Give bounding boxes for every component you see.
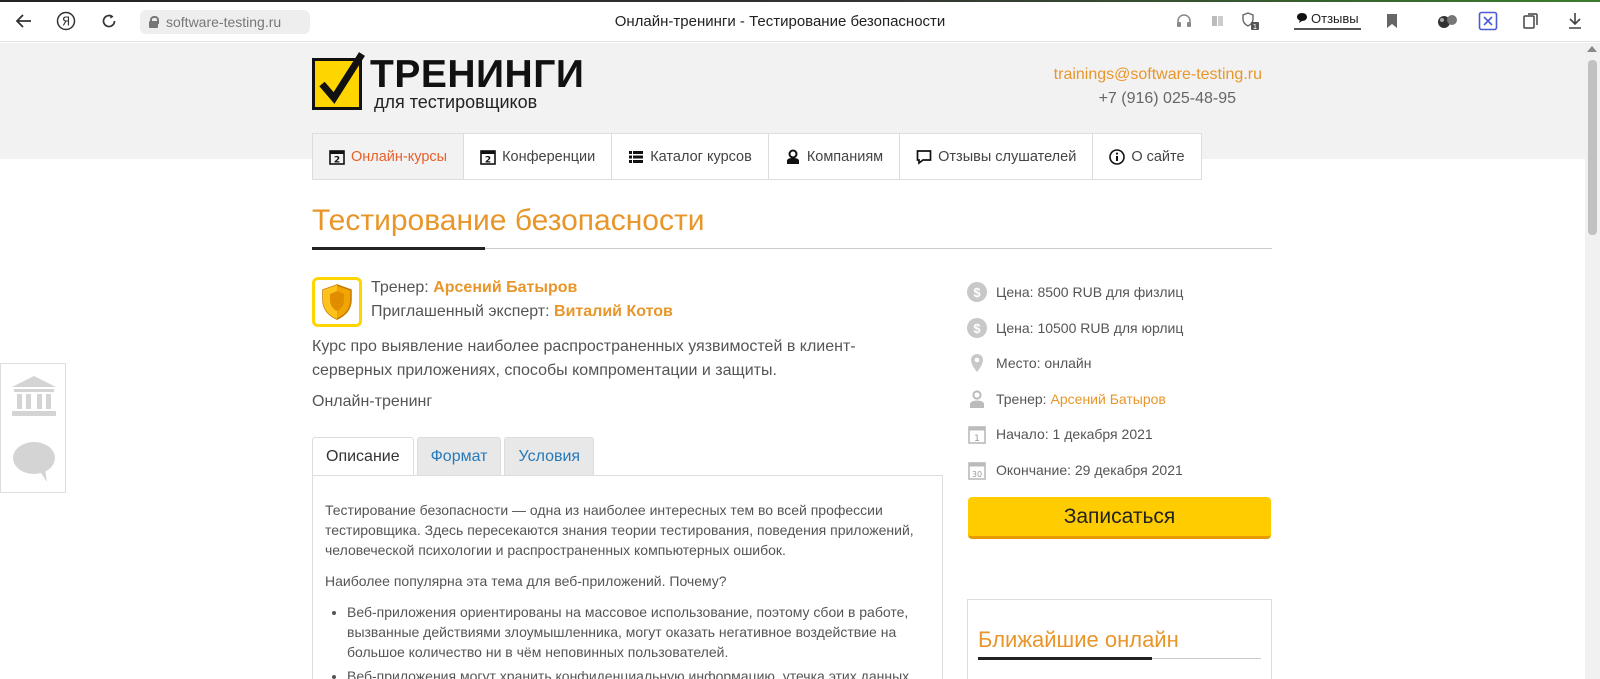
reload-icon[interactable] (97, 9, 121, 33)
info-icon (1109, 148, 1126, 165)
bank-icon[interactable] (10, 374, 58, 423)
nav-label: Онлайн-курсы (351, 148, 448, 165)
scroll-up-arrow-icon[interactable] (1587, 46, 1597, 52)
floating-side-widget (0, 363, 66, 493)
nav-online-courses[interactable]: 2 Онлайн-курсы (313, 134, 465, 179)
description-list: Веб-приложения ориентированы на массовое… (325, 602, 930, 679)
nav-label: Каталог курсов (650, 148, 752, 165)
description-paragraph: Тестирование безопасности — одна из наиб… (325, 502, 914, 558)
tab-format[interactable]: Формат (416, 437, 502, 475)
address-bar[interactable]: software-testing.ru (140, 10, 310, 34)
start-date: 1 Начало: 1 декабря 2021 (967, 423, 1153, 445)
course-description: Курс про выявление наиболее распростране… (312, 338, 856, 379)
contact-email-link[interactable]: trainings@software-testing.ru (1054, 66, 1262, 84)
svg-text:Я: Я (62, 15, 70, 29)
reviews-label: Отзывы (1311, 10, 1359, 26)
window-title: Онлайн-тренинги - Тестирование безопасно… (614, 13, 946, 30)
calendar-icon: 1 (967, 424, 987, 444)
trainer-link[interactable]: Арсений Батыров (433, 279, 577, 296)
back-arrow-icon[interactable] (12, 9, 36, 33)
heading-underline (312, 247, 485, 250)
start-date-text: Начало: 1 декабря 2021 (996, 426, 1153, 442)
logo-checkmark-icon (319, 52, 365, 104)
calendar-icon: 2 (329, 149, 345, 165)
expert-link[interactable]: Виталий Котов (554, 303, 673, 320)
person-icon (967, 389, 987, 409)
place: Место: онлайн (967, 352, 1091, 374)
speech-bubble-icon (1297, 13, 1307, 23)
reviews-button[interactable]: Отзывы (1294, 8, 1361, 30)
logo-title[interactable]: ТРЕНИНГИ (370, 53, 584, 97)
nav-label: О сайте (1131, 148, 1185, 165)
tab-conditions[interactable]: Условия (504, 437, 595, 475)
browser-toolbar: Я software-testing.ru Онлайн-тренинги - … (0, 0, 1600, 42)
scrollbar-thumb[interactable] (1588, 60, 1597, 235)
end-day: 30 (972, 470, 982, 479)
window-top-line (0, 0, 1600, 2)
download-icon[interactable] (1565, 11, 1585, 31)
list-item: Веб-приложения могут хранить конфиденциа… (347, 666, 930, 679)
map-pin-icon (967, 353, 987, 373)
expert-label: Приглашенный эксперт: (371, 303, 550, 320)
protect-badge-icon[interactable]: 1 (1240, 11, 1260, 31)
list-item: Веб-приложения ориентированы на массовое… (347, 602, 930, 662)
logo-subtitle[interactable]: для тестировщиков (374, 92, 537, 113)
end-date-text: Окончание: 29 декабря 2021 (996, 462, 1183, 478)
calendar-icon: 2 (480, 149, 496, 165)
upcoming-courses-title: Ближайшие онлайн (978, 627, 1179, 652)
signup-button[interactable]: Записаться (968, 497, 1271, 539)
calendar-icon: 30 (967, 460, 987, 480)
list-icon (629, 150, 644, 163)
headphones-icon[interactable] (1174, 11, 1194, 31)
lock-icon (148, 16, 159, 28)
end-date: 30 Окончание: 29 декабря 2021 (967, 459, 1183, 481)
description-paragraph: Наиболее популярна эта тема для веб-прил… (325, 573, 727, 589)
bookmark-icon[interactable] (1382, 11, 1402, 31)
dollar-coin-icon: $ (967, 282, 987, 302)
sidebar-trainer-link[interactable]: Арсений Батыров (1051, 391, 1166, 407)
collections-icon[interactable] (1521, 11, 1541, 31)
tab-panel-description: Тестирование безопасности — одна из наиб… (312, 475, 943, 679)
chat-bubble-icon[interactable] (11, 440, 57, 489)
main-navigation: 2 Онлайн-курсы 2 Конференции Каталог кур… (312, 133, 1202, 180)
page-title: Тестирование безопасности (312, 204, 705, 237)
price-company-text: Цена: 10500 RUB для юрлиц (996, 320, 1184, 336)
price-individual-text: Цена: 8500 RUB для физлиц (996, 284, 1184, 300)
dollar-coin-icon: $ (967, 318, 987, 338)
nav-reviews[interactable]: Отзывы слушателей (900, 134, 1094, 179)
nav-label: Компаниям (806, 148, 884, 165)
tab-description[interactable]: Описание (312, 437, 414, 476)
url-text: software-testing.ru (166, 14, 282, 30)
nav-catalog[interactable]: Каталог курсов (612, 134, 769, 179)
course-format: Онлайн-тренинг (312, 393, 433, 410)
person-icon (786, 149, 799, 164)
course-shield-icon (312, 277, 362, 327)
comment-icon (916, 149, 932, 165)
expert-line: Приглашенный эксперт: Виталий Котов (371, 303, 673, 321)
trainer-label: Тренер: (371, 279, 429, 296)
nav-about[interactable]: О сайте (1093, 134, 1200, 179)
course-tabs: Описание Формат Условия (312, 437, 595, 476)
nav-conferences[interactable]: 2 Конференции (464, 134, 613, 179)
extensions-icon[interactable] (1436, 11, 1460, 31)
place-text: Место: онлайн (996, 355, 1092, 371)
svg-text:2: 2 (334, 155, 340, 165)
upcoming-underline (978, 657, 1152, 660)
price-company: $ Цена: 10500 RUB для юрлиц (967, 317, 1183, 339)
sidebar-trainer-label: Тренер: (996, 391, 1047, 407)
nav-label: Отзывы слушателей (938, 148, 1077, 165)
start-day: 1 (974, 434, 980, 444)
nav-label: Конференции (502, 148, 596, 165)
sidebar-trainer: Тренер: Арсений Батыров (967, 388, 1166, 410)
price-individual: $ Цена: 8500 RUB для физлиц (967, 281, 1183, 303)
yandex-icon[interactable]: Я (54, 9, 78, 33)
translate-icon[interactable] (1478, 11, 1498, 31)
contact-phone: +7 (916) 025-48-95 (1098, 90, 1236, 107)
nav-companies[interactable]: Компаниям (769, 134, 901, 179)
reader-mode-icon[interactable] (1208, 11, 1228, 31)
svg-text:2: 2 (485, 155, 491, 165)
svg-text:1: 1 (1253, 23, 1257, 31)
trainer-line: Тренер: Арсений Батыров (371, 279, 577, 297)
